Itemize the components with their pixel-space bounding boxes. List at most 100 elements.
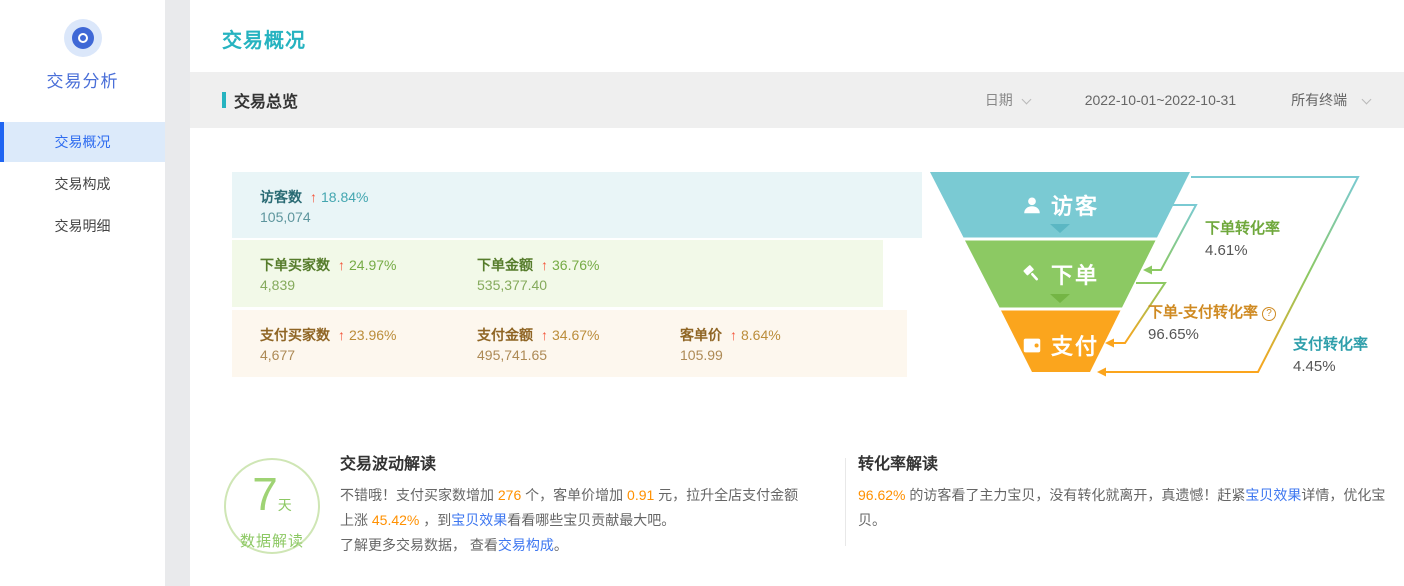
metric-change: 34.67% [552, 327, 600, 343]
rate-order-conversion: 下单转化率 4.61% [1205, 217, 1280, 259]
trend-up-icon: ↑ [310, 189, 317, 205]
metric-pay-amount: 支付金额 ↑ 34.67% 495,741.65 [477, 325, 599, 366]
text-segment: 的访客看了主力宝贝，没有转化就离开，真遗憾！赶紧 [905, 487, 1246, 503]
metric-change: 18.84% [321, 189, 369, 205]
highlight-value: 0.91 [627, 487, 655, 503]
metric-visitor-count: 访客数 ↑ 18.84% 105,074 [260, 187, 368, 228]
main-panel: 交易概况 交易总览 日期 2022-10-01~2022-10-31 所有终端 [190, 0, 1404, 586]
metric-avg-order-value: 客单价 ↑ 8.64% 105.99 [680, 325, 781, 366]
rate-pay-conversion: 支付转化率 4.45% [1293, 333, 1368, 375]
rate-value: 4.61% [1205, 242, 1248, 259]
badge-caption: 数据解读 [239, 533, 304, 550]
sidebar-divider [165, 0, 190, 586]
terminal-filter-dropdown[interactable]: 所有终端 [1291, 90, 1372, 110]
visitor-icon [1024, 197, 1040, 214]
metric-label: 下单金额 [477, 257, 533, 273]
text-segment: ，到 [419, 512, 452, 528]
rate-label: 下单-支付转化率 [1148, 304, 1258, 321]
insight-title: 转化率解读 [858, 456, 939, 473]
funnel-stage-label: 下单 [1050, 263, 1099, 288]
highlight-value: 96.62% [858, 487, 906, 503]
sidebar-item-label: 交易构成 [54, 176, 111, 192]
metric-change: 8.64% [741, 327, 781, 343]
sidebar-item-trade-overview[interactable]: 交易概况 [0, 122, 165, 162]
insight-text: 不错哦！支付买家数增加 276 个，客单价增加 0.91 元，拉升全店支付金额上… [340, 483, 810, 533]
app-logo-icon [63, 19, 102, 57]
sidebar-item-label: 交易明细 [54, 218, 111, 234]
badge-days: 7天 [226, 471, 318, 528]
insight-title: 交易波动解读 [340, 456, 437, 473]
metric-card-payments: 支付买家数 ↑ 23.96% 4,677 支付金额 ↑ 34.67% 495,741.6… [232, 310, 907, 377]
trend-up-icon: ↑ [338, 327, 345, 343]
text-segment: 。 [553, 537, 568, 553]
text-segment: 了解更多交易数据， 查看 [340, 537, 498, 553]
highlight-value: 45.42% [371, 512, 420, 528]
gavel-icon [1023, 265, 1038, 281]
filter-controls: 日期 2022-10-01~2022-10-31 所有终端 [985, 90, 1372, 110]
trend-up-icon: ↑ [338, 257, 345, 273]
metric-label: 访客数 [260, 189, 302, 205]
highlight-value: 276 [497, 487, 522, 503]
logo-inner-circle [71, 27, 94, 49]
app-root: 交易分析 交易概况 交易构成 交易明细 交易概况 交易总览 日期 2022-10… [0, 0, 1404, 586]
rate-label: 支付转化率 [1293, 336, 1369, 353]
metric-label: 支付金额 [477, 327, 533, 343]
badge-unit: 天 [277, 497, 292, 513]
metric-order-buyers: 下单买家数 ↑ 24.97% 4,839 [260, 255, 396, 296]
funnel-stage-label: 访客 [1050, 194, 1099, 219]
metric-label: 下单买家数 [260, 257, 330, 273]
sidebar-nav: 交易概况 交易构成 交易明细 [0, 122, 165, 246]
metric-change: 23.96% [349, 327, 397, 343]
metric-label: 客单价 [680, 327, 722, 343]
chevron-down-icon [1021, 94, 1032, 105]
page-title: 交易概况 [222, 30, 306, 52]
metric-change: 36.76% [552, 257, 600, 273]
text-segment: 个，客单价增加 [521, 487, 628, 503]
insight-text: 了解更多交易数据， 查看交易构成。 [340, 533, 810, 558]
text-segment: 看看哪些宝贝贡献最大吧。 [507, 512, 676, 528]
rate-order-pay-conversion: 下单-支付转化率? 96.65% [1148, 301, 1276, 343]
terminal-filter-label: 所有终端 [1291, 92, 1348, 108]
metric-order-amount: 下单金额 ↑ 36.76% 535,377.40 [477, 255, 599, 296]
metric-pay-buyers: 支付买家数 ↑ 23.96% 4,677 [260, 325, 396, 366]
metric-value: 4,677 [260, 347, 296, 363]
insight-divider [845, 458, 846, 546]
funnel-stage-order: 下单 [920, 259, 1200, 289]
trend-up-icon: ↑ [730, 327, 737, 343]
rate-label: 下单转化率 [1205, 220, 1281, 237]
sidebar-item-label: 交易概况 [54, 134, 111, 150]
content-area: 访客数 ↑ 18.84% 105,074 下单买家数 ↑ 24.97% 4,839 下单… [190, 128, 1404, 586]
insight-trade-block: 交易波动解读 不错哦！支付买家数增加 276 个，客单价增加 0.91 元，拉升… [340, 450, 810, 558]
date-range-value[interactable]: 2022-10-01~2022-10-31 [1085, 92, 1236, 108]
link-item-effect[interactable]: 宝贝效果 [1245, 487, 1301, 503]
section-heading: 交易总览 [222, 88, 298, 112]
trend-up-icon: ↑ [541, 257, 548, 273]
section-accent-bar [222, 92, 226, 108]
page-header: 交易概况 [190, 0, 1404, 72]
metric-label: 支付买家数 [260, 327, 330, 343]
metric-card-orders: 下单买家数 ↑ 24.97% 4,839 下单金额 ↑ 36.76% 535,377.4… [232, 240, 883, 307]
chevron-down-icon [1361, 94, 1372, 105]
conversion-funnel: 访客 下单 支付 下单转化率 4.61% 下单-支付转化率 ? 96.65% 支… [920, 160, 1400, 400]
metric-value: 495,741.65 [477, 347, 548, 363]
rate-value: 96.65% [1148, 326, 1199, 343]
metric-change: 24.97% [349, 257, 397, 273]
rate-value: 4.45% [1293, 358, 1336, 375]
funnel-stage-label: 支付 [1050, 334, 1099, 359]
wallet-icon [1023, 338, 1041, 353]
sidebar-title: 交易分析 [46, 72, 119, 91]
sidebar-item-trade-detail[interactable]: 交易明细 [0, 206, 165, 246]
trend-up-icon: ↑ [541, 327, 548, 343]
metric-value: 105.99 [680, 347, 723, 363]
section-title: 交易总览 [234, 94, 299, 111]
link-item-effect[interactable]: 宝贝效果 [451, 512, 507, 528]
help-icon[interactable]: ? [1262, 307, 1276, 321]
link-trade-composition[interactable]: 交易构成 [498, 537, 554, 553]
insight-conversion-block: 转化率解读 96.62% 的访客看了主力宝贝，没有转化就离开，真遗憾！赶紧宝贝效… [858, 450, 1393, 533]
badge-number: 7 [252, 468, 278, 520]
sidebar: 交易分析 交易概况 交易构成 交易明细 [0, 0, 165, 586]
metric-value: 535,377.40 [477, 277, 548, 293]
metric-card-visitors: 访客数 ↑ 18.84% 105,074 [232, 172, 922, 238]
date-filter-dropdown[interactable]: 日期 [985, 90, 1032, 110]
sidebar-item-trade-composition[interactable]: 交易构成 [0, 164, 165, 204]
